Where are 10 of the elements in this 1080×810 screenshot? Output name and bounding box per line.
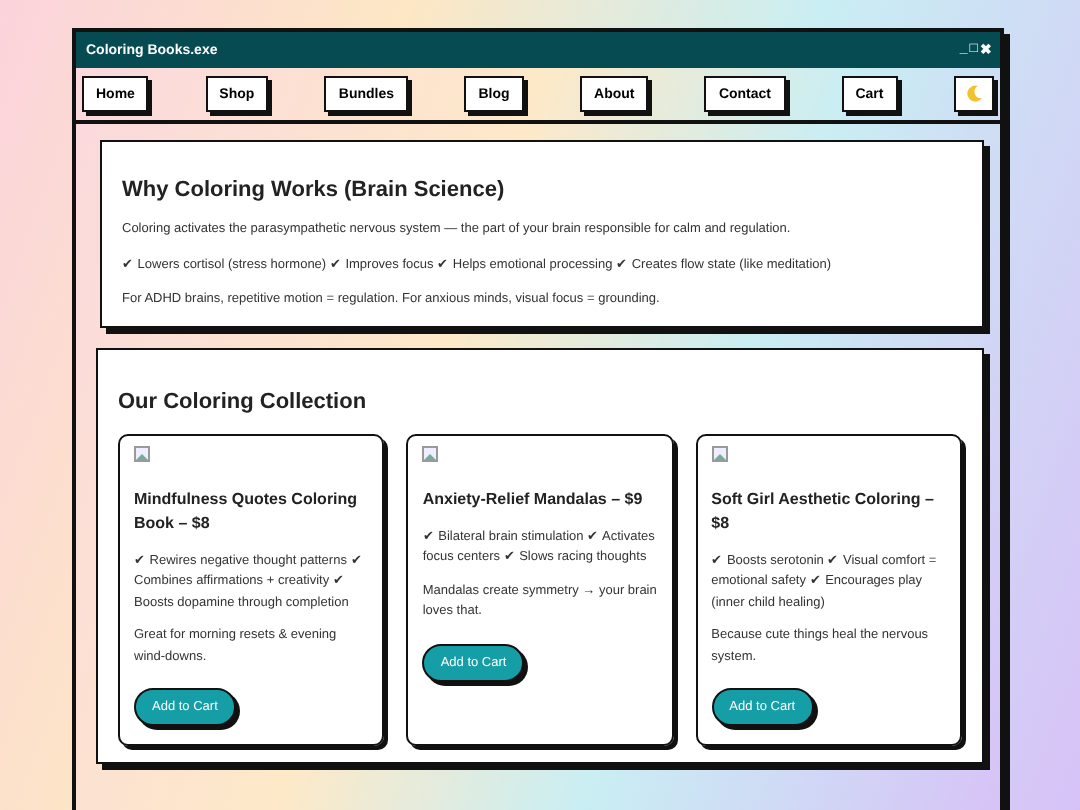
broken-image-icon — [422, 446, 439, 462]
section-heading: Why Coloring Works (Brain Science) — [122, 178, 507, 202]
broken-image-icon — [711, 446, 728, 462]
product-title: Soft Girl Aesthetic Coloring – $8 — [711, 488, 936, 536]
section-heading: Our Coloring Collection — [118, 390, 369, 414]
theme-toggle-button[interactable] — [953, 76, 994, 112]
broken-image-icon — [134, 446, 150, 462]
moon-icon — [963, 84, 984, 104]
product-title: Anxiety-Relief Mandalas – $9 — [422, 488, 645, 512]
product-title: Mindfulness Quotes Coloring Book – $8 — [134, 488, 360, 536]
